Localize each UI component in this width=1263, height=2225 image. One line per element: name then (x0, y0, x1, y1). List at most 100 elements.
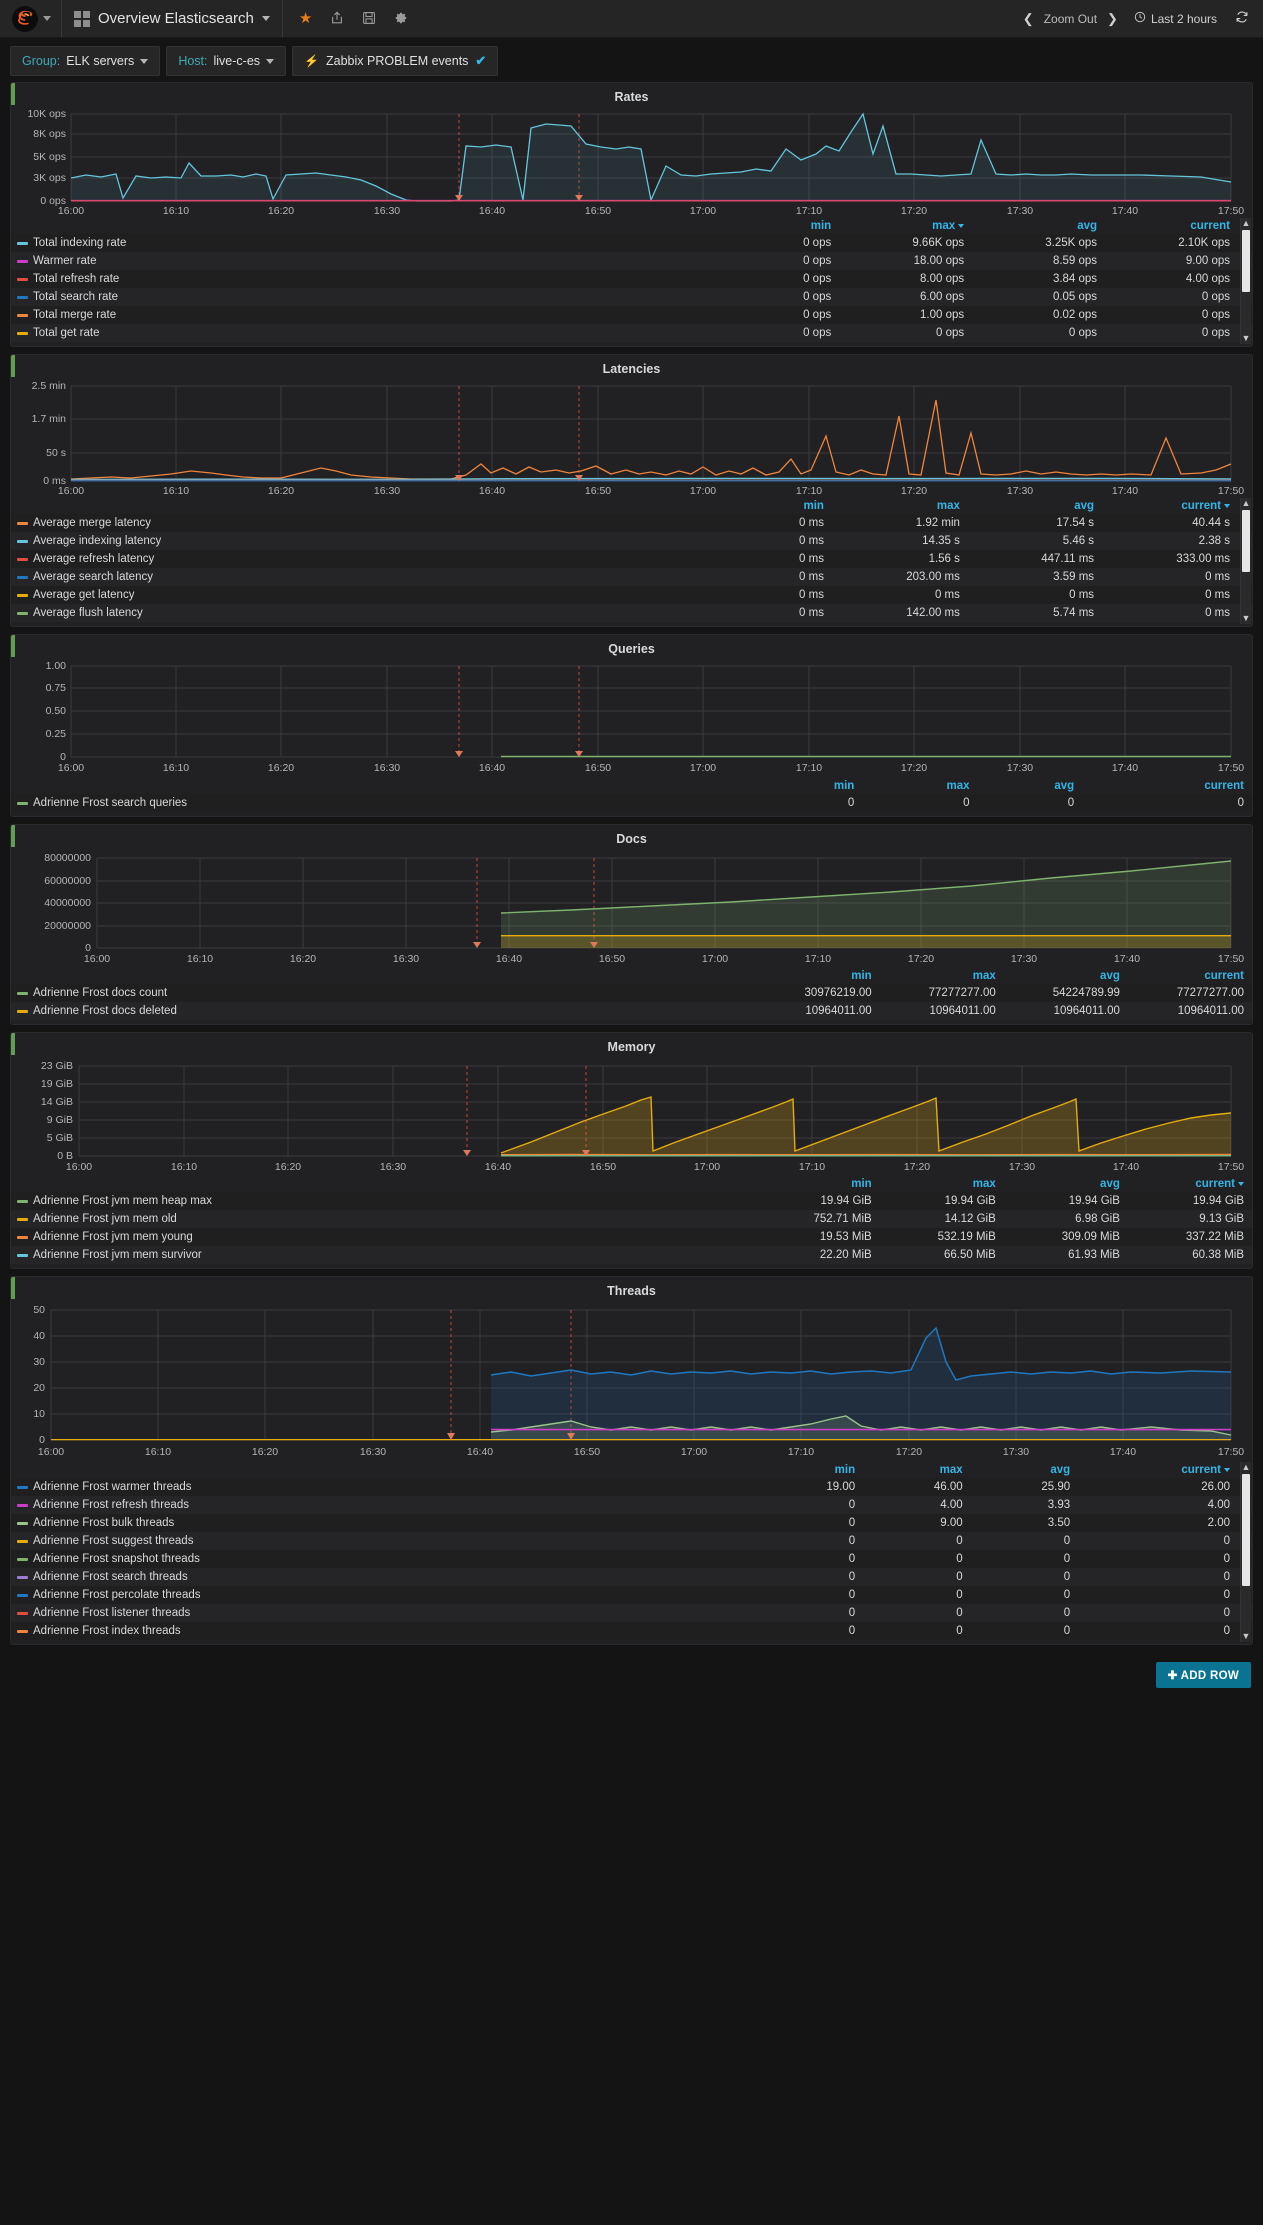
legend-row[interactable]: Total indexing rate 0 ops 9.66K ops 3.25K o… (11, 234, 1252, 252)
legend-header-avg[interactable]: avg (1004, 1176, 1128, 1192)
legend-row[interactable]: Total get rate 0 ops 0 ops 0 ops 0 ops (11, 324, 1252, 342)
scrollbar-thumb[interactable] (1242, 510, 1250, 572)
legend-series-name[interactable]: Adrienne Frost jvm mem old (11, 1210, 756, 1228)
legend-series-name[interactable]: Average search latency (11, 568, 756, 586)
legend-series-name[interactable]: Total get rate (11, 324, 756, 342)
legend-header-avg[interactable]: avg (968, 498, 1102, 514)
legend-header-max[interactable]: max (839, 218, 972, 234)
legend-color-swatch-icon[interactable] (17, 259, 28, 263)
scrollbar-thumb[interactable] (1242, 230, 1250, 292)
legend-row[interactable]: Adrienne Frost jvm mem survivor 22.20 MiB… (11, 1246, 1252, 1264)
panel-title[interactable]: Threads (11, 1277, 1252, 1300)
panel-title[interactable]: Queries (11, 635, 1252, 658)
legend-header-min[interactable]: min (756, 778, 863, 794)
legend-row[interactable]: Adrienne Frost listener threads 0 0 0 0 (11, 1604, 1252, 1622)
legend-row[interactable]: Total search rate 0 ops 6.00 ops 0.05 ops 0 … (11, 288, 1252, 306)
legend-header-avg[interactable]: avg (978, 778, 1083, 794)
legend-series-name[interactable]: Adrienne Frost docs deleted (11, 1002, 756, 1020)
scroll-up-icon[interactable]: ▲ (1241, 1462, 1251, 1473)
legend-color-swatch-icon[interactable] (17, 1235, 28, 1239)
legend-header-avg[interactable]: avg (971, 1462, 1079, 1478)
legend-series-name[interactable]: Average merge latency (11, 514, 756, 532)
legend-color-swatch-icon[interactable] (17, 277, 28, 281)
legend-series-name[interactable]: Adrienne Frost refresh threads (11, 1496, 756, 1514)
legend-series-name[interactable]: Average refresh latency (11, 550, 756, 568)
legend-color-swatch-icon[interactable] (17, 1009, 28, 1013)
legend-color-swatch-icon[interactable] (17, 1199, 28, 1203)
legend-scrollbar[interactable]: ▲ ▼ (1240, 498, 1251, 624)
legend-header-avg[interactable]: avg (972, 218, 1105, 234)
legend-header-current[interactable]: current (1128, 968, 1252, 984)
add-row-button[interactable]: ✚ ADD ROW (1155, 1662, 1251, 1688)
legend-row[interactable]: Adrienne Frost search threads 0 0 0 0 (11, 1568, 1252, 1586)
legend-row[interactable]: Total merge rate 0 ops 1.00 ops 0.02 ops 0 o… (11, 306, 1252, 324)
legend-row[interactable]: Adrienne Frost refresh threads 0 4.00 3.93 4… (11, 1496, 1252, 1514)
legend-scrollbar[interactable]: ▲ ▼ (1240, 1462, 1251, 1642)
legend-header-current[interactable]: current (1128, 1176, 1252, 1192)
legend-header-min[interactable]: min (756, 1462, 864, 1478)
legend-color-swatch-icon[interactable] (17, 1575, 28, 1579)
legend-series-name[interactable]: Adrienne Frost search queries (11, 794, 756, 812)
legend-color-swatch-icon[interactable] (17, 1539, 28, 1543)
panel-title[interactable]: Rates (11, 83, 1252, 106)
legend-series-name[interactable]: Adrienne Frost jvm mem survivor (11, 1246, 756, 1264)
legend-row[interactable]: Adrienne Frost percolate threads 0 0 0 0 (11, 1586, 1252, 1604)
graph-queries[interactable]: 1.00 0.75 0.50 0.25 0 16:00 16:10 16:20 … (11, 658, 1252, 776)
legend-row[interactable]: Average search latency 0 ms 203.00 ms 3.59 … (11, 568, 1252, 586)
refresh-icon[interactable] (1235, 10, 1249, 27)
legend-row[interactable]: Adrienne Frost jvm mem young 19.53 MiB 532… (11, 1228, 1252, 1246)
legend-color-swatch-icon[interactable] (17, 611, 28, 615)
scroll-down-icon[interactable]: ▼ (1241, 333, 1251, 344)
graph-threads[interactable]: 50 40 30 20 10 0 16:00 16:10 16:20 16:30… (11, 1300, 1252, 1460)
legend-row[interactable]: Adrienne Frost warmer threads 19.00 46.00 2… (11, 1478, 1252, 1496)
graph-docs[interactable]: 80000000 60000000 40000000 20000000 0 16… (11, 848, 1252, 966)
legend-row[interactable]: Adrienne Frost suggest threads 0 0 0 0 (11, 1532, 1252, 1550)
legend-color-swatch-icon[interactable] (17, 521, 28, 525)
legend-row[interactable]: Adrienne Frost docs deleted 10964011.00 10… (11, 1002, 1252, 1020)
legend-header-current[interactable]: current (1102, 498, 1238, 514)
scroll-up-icon[interactable]: ▲ (1241, 498, 1251, 509)
legend-color-swatch-icon[interactable] (17, 331, 28, 335)
legend-series-name[interactable]: Average get latency (11, 586, 756, 604)
legend-row[interactable]: Average flush latency 0 ms 142.00 ms 5.74 m… (11, 604, 1252, 622)
variable-host[interactable]: Host: live-c-es (166, 46, 287, 76)
check-icon[interactable]: ✔ (475, 53, 486, 69)
legend-row[interactable]: Adrienne Frost snapshot threads 0 0 0 0 (11, 1550, 1252, 1568)
legend-color-swatch-icon[interactable] (17, 241, 28, 245)
legend-series-name[interactable]: Total refresh rate (11, 270, 756, 288)
legend-series-name[interactable]: Average indexing latency (11, 532, 756, 550)
legend-series-name[interactable]: Adrienne Frost search threads (11, 1568, 756, 1586)
dashboard-title-button[interactable]: Overview Elasticsearch (62, 0, 283, 37)
panel-title[interactable]: Latencies (11, 355, 1252, 378)
legend-row[interactable]: Adrienne Frost docs count 30976219.00 7727… (11, 984, 1252, 1002)
legend-color-swatch-icon[interactable] (17, 1611, 28, 1615)
legend-color-swatch-icon[interactable] (17, 1485, 28, 1489)
legend-header-current[interactable]: current (1078, 1462, 1238, 1478)
legend-row[interactable]: Adrienne Frost index threads 0 0 0 0 (11, 1622, 1252, 1640)
legend-header-max[interactable]: max (880, 1176, 1004, 1192)
legend-color-swatch-icon[interactable] (17, 539, 28, 543)
legend-row[interactable]: Adrienne Frost jvm mem old 752.71 MiB 14.1… (11, 1210, 1252, 1228)
scroll-down-icon[interactable]: ▼ (1241, 613, 1251, 624)
legend-series-name[interactable]: Adrienne Frost jvm mem heap max (11, 1192, 756, 1210)
legend-color-swatch-icon[interactable] (17, 1521, 28, 1525)
legend-series-name[interactable]: Adrienne Frost warmer threads (11, 1478, 756, 1496)
scroll-up-icon[interactable]: ▲ (1241, 218, 1251, 229)
star-icon[interactable]: ★ (299, 11, 312, 26)
legend-header-min[interactable]: min (756, 218, 840, 234)
legend-series-name[interactable]: Warmer rate (11, 252, 756, 270)
legend-row[interactable]: Average refresh latency 0 ms 1.56 s 447.11 … (11, 550, 1252, 568)
legend-color-swatch-icon[interactable] (17, 313, 28, 317)
legend-series-name[interactable]: Total search rate (11, 288, 756, 306)
legend-row[interactable]: Average merge latency 0 ms 1.92 min 17.54 s… (11, 514, 1252, 532)
legend-series-name[interactable]: Adrienne Frost bulk threads (11, 1514, 756, 1532)
settings-gear-icon[interactable] (394, 11, 408, 27)
scroll-down-icon[interactable]: ▼ (1241, 1631, 1251, 1642)
legend-row[interactable]: Adrienne Frost search queries 0 0 0 0 (11, 794, 1252, 812)
legend-header-max[interactable]: max (862, 778, 977, 794)
legend-row[interactable]: Average get latency 0 ms 0 ms 0 ms 0 ms (11, 586, 1252, 604)
legend-header-max[interactable]: max (832, 498, 968, 514)
time-shift-left-button[interactable]: ❮ (1023, 11, 1034, 27)
annotation-toggle-zabbix-problem-events[interactable]: ⚡ Zabbix PROBLEM events ✔ (292, 46, 499, 76)
save-icon[interactable] (362, 11, 376, 27)
